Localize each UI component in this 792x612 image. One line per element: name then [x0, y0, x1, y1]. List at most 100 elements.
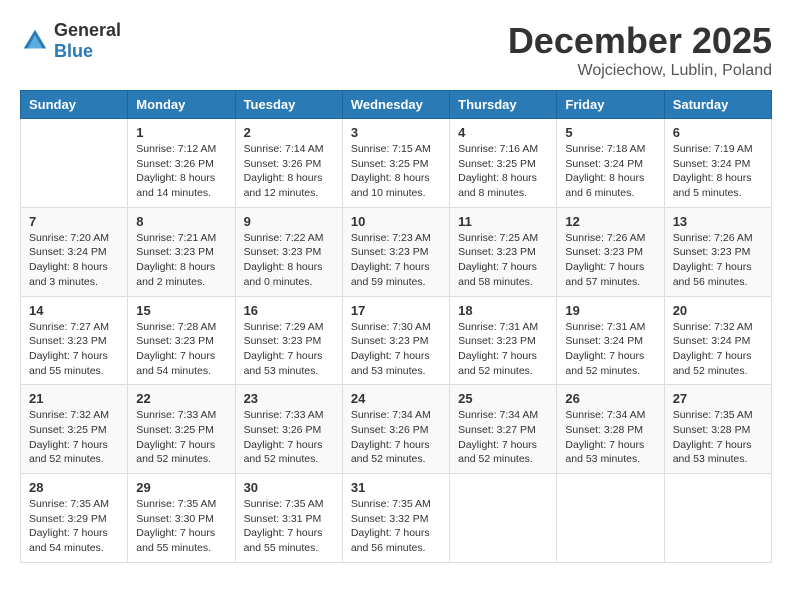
calendar-day-cell: 3 Sunrise: 7:15 AM Sunset: 3:25 PM Daylig…	[342, 119, 449, 208]
calendar-day-cell: 2 Sunrise: 7:14 AM Sunset: 3:26 PM Daylig…	[235, 119, 342, 208]
weekday-header-cell: Saturday	[664, 91, 771, 119]
day-info: Sunrise: 7:29 AM Sunset: 3:23 PM Dayligh…	[244, 320, 334, 379]
calendar-day-cell: 13 Sunrise: 7:26 AM Sunset: 3:23 PM Dayli…	[664, 207, 771, 296]
day-info: Sunrise: 7:15 AM Sunset: 3:25 PM Dayligh…	[351, 142, 441, 201]
day-info: Sunrise: 7:33 AM Sunset: 3:25 PM Dayligh…	[136, 408, 226, 467]
weekday-header-cell: Monday	[128, 91, 235, 119]
day-info: Sunrise: 7:34 AM Sunset: 3:27 PM Dayligh…	[458, 408, 548, 467]
day-info: Sunrise: 7:19 AM Sunset: 3:24 PM Dayligh…	[673, 142, 763, 201]
calendar-day-cell	[557, 474, 664, 563]
day-number: 11	[458, 214, 548, 229]
day-number: 18	[458, 303, 548, 318]
calendar-day-cell: 21 Sunrise: 7:32 AM Sunset: 3:25 PM Dayli…	[21, 385, 128, 474]
day-number: 4	[458, 125, 548, 140]
logo-text: General Blue	[54, 20, 121, 62]
day-info: Sunrise: 7:25 AM Sunset: 3:23 PM Dayligh…	[458, 231, 548, 290]
day-number: 1	[136, 125, 226, 140]
calendar-day-cell: 16 Sunrise: 7:29 AM Sunset: 3:23 PM Dayli…	[235, 296, 342, 385]
day-info: Sunrise: 7:31 AM Sunset: 3:24 PM Dayligh…	[565, 320, 655, 379]
day-info: Sunrise: 7:12 AM Sunset: 3:26 PM Dayligh…	[136, 142, 226, 201]
day-info: Sunrise: 7:35 AM Sunset: 3:29 PM Dayligh…	[29, 497, 119, 556]
day-info: Sunrise: 7:16 AM Sunset: 3:25 PM Dayligh…	[458, 142, 548, 201]
day-number: 26	[565, 391, 655, 406]
day-info: Sunrise: 7:28 AM Sunset: 3:23 PM Dayligh…	[136, 320, 226, 379]
calendar-day-cell: 25 Sunrise: 7:34 AM Sunset: 3:27 PM Dayli…	[450, 385, 557, 474]
day-number: 20	[673, 303, 763, 318]
day-info: Sunrise: 7:34 AM Sunset: 3:28 PM Dayligh…	[565, 408, 655, 467]
day-number: 29	[136, 480, 226, 495]
logo-icon	[20, 26, 50, 56]
day-info: Sunrise: 7:35 AM Sunset: 3:31 PM Dayligh…	[244, 497, 334, 556]
calendar-day-cell: 9Sunrise: 7:22 AM Sunset: 3:23 PM Daylig…	[235, 207, 342, 296]
calendar-day-cell: 31Sunrise: 7:35 AM Sunset: 3:32 PM Dayli…	[342, 474, 449, 563]
day-number: 12	[565, 214, 655, 229]
day-number: 14	[29, 303, 119, 318]
day-number: 24	[351, 391, 441, 406]
weekday-header-cell: Tuesday	[235, 91, 342, 119]
day-number: 27	[673, 391, 763, 406]
calendar-day-cell: 23Sunrise: 7:33 AM Sunset: 3:26 PM Dayli…	[235, 385, 342, 474]
calendar-day-cell: 18 Sunrise: 7:31 AM Sunset: 3:23 PM Dayli…	[450, 296, 557, 385]
calendar-day-cell	[664, 474, 771, 563]
day-number: 6	[673, 125, 763, 140]
day-info: Sunrise: 7:35 AM Sunset: 3:28 PM Dayligh…	[673, 408, 763, 467]
day-number: 15	[136, 303, 226, 318]
day-info: Sunrise: 7:23 AM Sunset: 3:23 PM Dayligh…	[351, 231, 441, 290]
day-number: 2	[244, 125, 334, 140]
calendar-day-cell: 17 Sunrise: 7:30 AM Sunset: 3:23 PM Dayli…	[342, 296, 449, 385]
day-number: 19	[565, 303, 655, 318]
day-info: Sunrise: 7:18 AM Sunset: 3:24 PM Dayligh…	[565, 142, 655, 201]
calendar-day-cell: 29 Sunrise: 7:35 AM Sunset: 3:30 PM Dayli…	[128, 474, 235, 563]
day-info: Sunrise: 7:31 AM Sunset: 3:23 PM Dayligh…	[458, 320, 548, 379]
calendar-day-cell: 1 Sunrise: 7:12 AM Sunset: 3:26 PM Daylig…	[128, 119, 235, 208]
logo: General Blue	[20, 20, 121, 62]
day-number: 25	[458, 391, 548, 406]
calendar-week-row: 14 Sunrise: 7:27 AM Sunset: 3:23 PM Dayli…	[21, 296, 772, 385]
location-title: Wojciechow, Lublin, Poland	[508, 62, 772, 80]
day-number: 9	[244, 214, 334, 229]
day-number: 28	[29, 480, 119, 495]
calendar-week-row: 7 Sunrise: 7:20 AM Sunset: 3:24 PM Daylig…	[21, 207, 772, 296]
calendar-body: 1 Sunrise: 7:12 AM Sunset: 3:26 PM Daylig…	[21, 119, 772, 563]
calendar-day-cell: 14 Sunrise: 7:27 AM Sunset: 3:23 PM Dayli…	[21, 296, 128, 385]
calendar-day-cell: 12Sunrise: 7:26 AM Sunset: 3:23 PM Dayli…	[557, 207, 664, 296]
weekday-header-cell: Sunday	[21, 91, 128, 119]
day-number: 16	[244, 303, 334, 318]
day-number: 13	[673, 214, 763, 229]
calendar-day-cell: 15 Sunrise: 7:28 AM Sunset: 3:23 PM Dayli…	[128, 296, 235, 385]
day-info: Sunrise: 7:35 AM Sunset: 3:30 PM Dayligh…	[136, 497, 226, 556]
calendar-day-cell	[450, 474, 557, 563]
day-info: Sunrise: 7:32 AM Sunset: 3:25 PM Dayligh…	[29, 408, 119, 467]
day-number: 7	[29, 214, 119, 229]
day-info: Sunrise: 7:33 AM Sunset: 3:26 PM Dayligh…	[244, 408, 334, 467]
calendar-day-cell: 22 Sunrise: 7:33 AM Sunset: 3:25 PM Dayli…	[128, 385, 235, 474]
day-info: Sunrise: 7:34 AM Sunset: 3:26 PM Dayligh…	[351, 408, 441, 467]
calendar-week-row: 28 Sunrise: 7:35 AM Sunset: 3:29 PM Dayli…	[21, 474, 772, 563]
day-number: 22	[136, 391, 226, 406]
calendar-day-cell: 19 Sunrise: 7:31 AM Sunset: 3:24 PM Dayli…	[557, 296, 664, 385]
calendar-table: SundayMondayTuesdayWednesdayThursdayFrid…	[20, 90, 772, 563]
day-number: 21	[29, 391, 119, 406]
day-number: 3	[351, 125, 441, 140]
day-number: 17	[351, 303, 441, 318]
calendar-day-cell: 5Sunrise: 7:18 AM Sunset: 3:24 PM Daylig…	[557, 119, 664, 208]
day-info: Sunrise: 7:14 AM Sunset: 3:26 PM Dayligh…	[244, 142, 334, 201]
logo-blue: Blue	[54, 41, 93, 61]
weekday-header-row: SundayMondayTuesdayWednesdayThursdayFrid…	[21, 91, 772, 119]
calendar-week-row: 1 Sunrise: 7:12 AM Sunset: 3:26 PM Daylig…	[21, 119, 772, 208]
day-number: 30	[244, 480, 334, 495]
calendar-day-cell: 11 Sunrise: 7:25 AM Sunset: 3:23 PM Dayli…	[450, 207, 557, 296]
calendar-day-cell: 8Sunrise: 7:21 AM Sunset: 3:23 PM Daylig…	[128, 207, 235, 296]
day-info: Sunrise: 7:35 AM Sunset: 3:32 PM Dayligh…	[351, 497, 441, 556]
header: General Blue December 2025 Wojciechow, L…	[20, 20, 772, 80]
title-area: December 2025 Wojciechow, Lublin, Poland	[508, 20, 772, 80]
calendar-day-cell: 20Sunrise: 7:32 AM Sunset: 3:24 PM Dayli…	[664, 296, 771, 385]
day-info: Sunrise: 7:27 AM Sunset: 3:23 PM Dayligh…	[29, 320, 119, 379]
calendar-day-cell: 26 Sunrise: 7:34 AM Sunset: 3:28 PM Dayli…	[557, 385, 664, 474]
weekday-header-cell: Wednesday	[342, 91, 449, 119]
day-info: Sunrise: 7:26 AM Sunset: 3:23 PM Dayligh…	[673, 231, 763, 290]
day-info: Sunrise: 7:20 AM Sunset: 3:24 PM Dayligh…	[29, 231, 119, 290]
day-info: Sunrise: 7:30 AM Sunset: 3:23 PM Dayligh…	[351, 320, 441, 379]
weekday-header-cell: Friday	[557, 91, 664, 119]
month-title: December 2025	[508, 20, 772, 62]
